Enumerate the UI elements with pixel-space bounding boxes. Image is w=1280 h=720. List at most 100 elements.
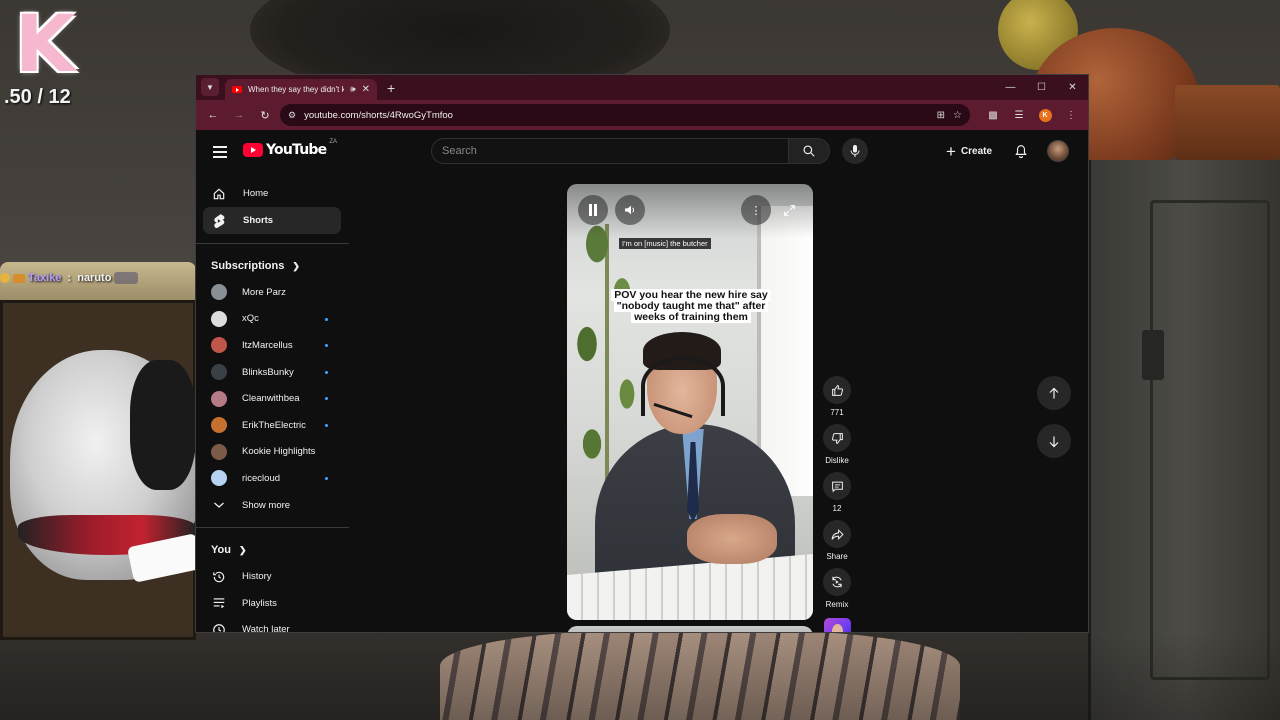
maximize-button[interactable]: ☐ — [1026, 75, 1057, 100]
search-button[interactable] — [788, 138, 830, 164]
subscription-item[interactable]: Kookie Highlights — [196, 439, 349, 466]
cabinet-handle — [1142, 330, 1164, 380]
sidebar-divider — [196, 243, 349, 244]
chevron-down-icon — [211, 497, 227, 513]
subscription-label: Cleanwithbea — [242, 393, 300, 405]
subscription-item[interactable]: xQc — [196, 306, 349, 333]
more-options-button[interactable]: ⋮ — [741, 195, 771, 225]
show-more-button[interactable]: Show more — [196, 492, 349, 519]
search-icon — [803, 145, 815, 157]
dislike-action: Dislike — [822, 424, 852, 466]
browser-tab-active[interactable]: When they say they didn't k 🕪 ✕ — [225, 79, 377, 100]
subscription-item[interactable]: ItzMarcellus — [196, 332, 349, 359]
chat-sub-badge-icon — [13, 273, 25, 283]
search-input[interactable] — [431, 138, 788, 164]
home-icon — [211, 186, 227, 202]
share-action: Share — [822, 520, 852, 562]
comment-icon — [831, 481, 843, 493]
new-tab-button[interactable]: + — [387, 80, 395, 96]
like-button[interactable] — [823, 376, 851, 404]
sidebar-item-watch-later[interactable]: Watch later — [196, 617, 349, 632]
profile-button[interactable]: K — [1034, 104, 1056, 126]
site-info-icon[interactable]: ⚙ — [288, 110, 296, 121]
country-code: ZA — [329, 139, 338, 145]
browser-menu-icon[interactable]: ⋮ — [1060, 104, 1082, 126]
shorts-video-player[interactable]: ⋮ I'm on [music] the butcher POV you hea… — [567, 184, 813, 620]
share-icon — [831, 528, 844, 540]
pause-icon — [589, 204, 597, 216]
dislike-button[interactable] — [823, 424, 851, 452]
pause-button[interactable] — [578, 195, 608, 225]
browser-toolbar: ← → ↻ ⚙ youtube.com/shorts/4RwoGyTmfoo ⊞… — [196, 100, 1088, 130]
extensions-icon[interactable]: ▩ — [982, 104, 1004, 126]
notifications-button[interactable] — [1008, 138, 1034, 164]
subscription-item[interactable]: BlinksBunky — [196, 359, 349, 386]
next-short-preview[interactable] — [567, 626, 813, 632]
subscriptions-heading[interactable]: Subscriptions ❯ — [196, 253, 349, 279]
new-content-dot — [325, 397, 328, 401]
comment-count: 12 — [832, 504, 842, 513]
subscription-item[interactable]: ErikTheElectric — [196, 412, 349, 439]
cabinet-door — [1150, 200, 1270, 680]
tab-close-icon[interactable]: ✕ — [362, 84, 370, 95]
tab-search-button[interactable]: ▼ — [201, 78, 219, 96]
sidebar-item-history[interactable]: History — [196, 563, 349, 590]
volume-icon — [624, 205, 634, 215]
share-button[interactable] — [823, 520, 851, 548]
show-more-label: Show more — [242, 499, 291, 511]
sidebar-item-label: Shorts — [243, 215, 274, 226]
typing-hands — [687, 514, 777, 564]
volume-button[interactable] — [615, 195, 645, 225]
reload-button[interactable]: ↻ — [254, 104, 276, 126]
subscriptions-heading-label: Subscriptions — [211, 260, 285, 272]
sidebar-item-playlists[interactable]: Playlists — [196, 590, 349, 617]
sidebar-item-home[interactable]: Home — [203, 180, 341, 207]
youtube-favicon-icon — [232, 86, 242, 93]
tab-title: When they say they didn't k — [248, 85, 344, 94]
media-controls-icon[interactable]: ☰ — [1008, 104, 1030, 126]
voice-search-button[interactable] — [842, 138, 868, 164]
subscription-item[interactable]: Cleanwithbea — [196, 385, 349, 412]
close-window-button[interactable]: ✕ — [1057, 75, 1088, 100]
sidebar-item-shorts[interactable]: Shorts — [203, 207, 341, 234]
sound-thumbnail[interactable] — [823, 618, 851, 632]
channel-avatar — [211, 310, 227, 327]
back-button[interactable]: ← — [202, 104, 224, 126]
channel-logo: K — [8, 4, 82, 86]
channel-logo-letter: K — [14, 0, 76, 90]
stream-counter: .50 / 12 — [4, 86, 71, 108]
account-avatar[interactable] — [1047, 140, 1069, 162]
video-caption-text: POV you hear the new hire say "nobody ta… — [611, 289, 771, 323]
minimize-button[interactable]: — — [995, 75, 1026, 100]
forward-button[interactable]: → — [228, 104, 250, 126]
you-heading-label: You — [211, 544, 231, 557]
next-short-button[interactable] — [1037, 424, 1071, 458]
address-bar[interactable]: ⚙ youtube.com/shorts/4RwoGyTmfoo ⊞ ☆ — [280, 104, 970, 126]
subscriptions-list: More Parz xQc ItzMarcellus BlinksBunky Clean… — [196, 279, 349, 492]
subscription-label: xQc — [242, 313, 259, 325]
subscription-item[interactable]: More Parz — [196, 279, 349, 306]
sidebar-divider — [196, 527, 349, 529]
remix-label: Remix — [825, 600, 849, 609]
install-app-icon[interactable]: ⊞ — [937, 110, 945, 121]
remix-button[interactable] — [823, 568, 851, 596]
youtube-logo[interactable]: YouTube ZA — [243, 139, 338, 158]
thumbs-down-icon — [831, 432, 843, 444]
channel-avatar — [211, 443, 227, 460]
sidebar-item-label: Playlists — [242, 597, 277, 609]
history-icon — [211, 569, 227, 585]
create-button[interactable]: + Create — [938, 138, 1000, 164]
bookmark-star-icon[interactable]: ☆ — [953, 110, 962, 121]
remix-icon — [832, 576, 842, 588]
arrow-down-icon — [1049, 436, 1059, 447]
address-url: youtube.com/shorts/4RwoGyTmfoo — [304, 109, 453, 121]
you-heading[interactable]: You ❯ — [196, 537, 349, 563]
dislike-label: Dislike — [825, 456, 849, 465]
fullscreen-button[interactable] — [774, 195, 804, 225]
subscription-item[interactable]: ricecloud — [196, 465, 349, 492]
tab-audio-icon[interactable]: 🕪 — [350, 84, 356, 95]
hamburger-menu-icon[interactable] — [211, 143, 229, 161]
comments-button[interactable] — [823, 472, 851, 500]
comments-action: 12 — [822, 472, 852, 514]
previous-short-button[interactable] — [1037, 376, 1071, 410]
